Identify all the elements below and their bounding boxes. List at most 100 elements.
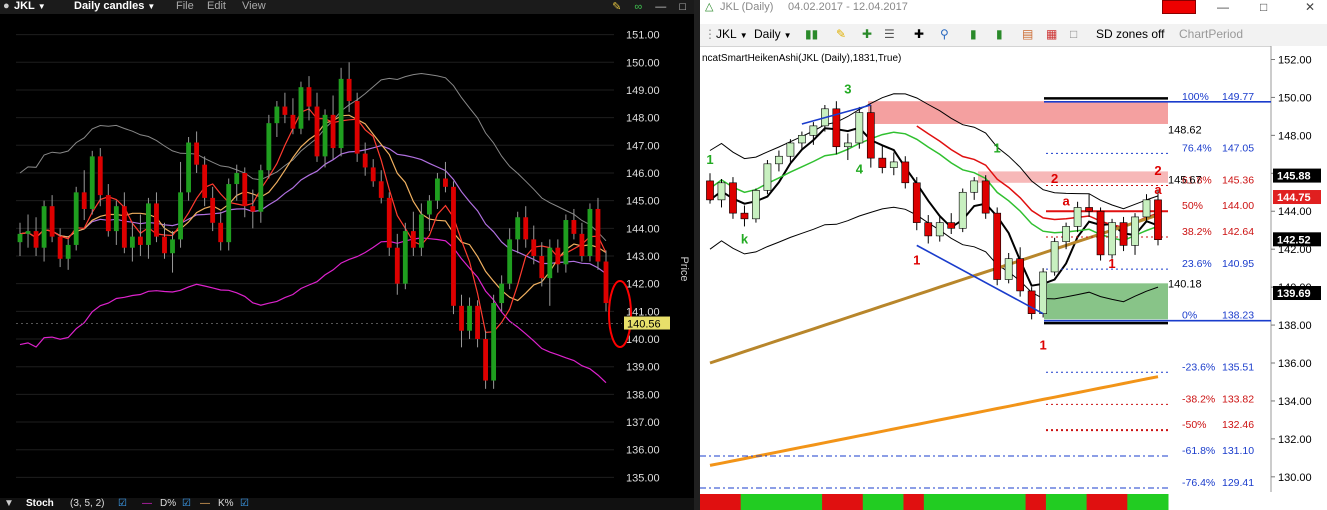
trend-strip-cell xyxy=(1045,494,1067,510)
left-chart-toolbar: ● JKL ▼ Daily candles ▼ File Edit View ✎ ∞… xyxy=(0,0,694,14)
candle-body xyxy=(1016,258,1025,292)
trend-strip-cell xyxy=(923,494,945,510)
fib-pct-label: -50% xyxy=(1182,419,1207,431)
window-controls: ✎ ∞ — □ xyxy=(602,0,686,13)
candle-chart-icon[interactable]: ▮ xyxy=(970,27,977,41)
candle-body xyxy=(970,180,979,193)
supply-zone xyxy=(978,171,1168,183)
candle-body xyxy=(81,192,87,209)
candle-body xyxy=(426,200,432,215)
area-chart-icon[interactable]: ▦ xyxy=(1046,27,1057,41)
candle-body xyxy=(138,236,143,245)
indicator-collapse-icon[interactable]: ▼ xyxy=(4,498,14,509)
symbol-selector[interactable]: JKL ▼ xyxy=(716,27,748,41)
wave-label: 1 xyxy=(913,252,920,267)
draw-tool-icon[interactable]: ✎ xyxy=(612,1,621,13)
close-icon[interactable]: ✕ xyxy=(1305,0,1315,14)
candle-body xyxy=(1142,199,1151,218)
candle-body xyxy=(475,305,480,340)
candle-body xyxy=(362,153,368,168)
d-checkbox-icon[interactable]: ☑ xyxy=(182,498,191,509)
candle-body xyxy=(121,206,127,248)
candle-body xyxy=(459,305,464,331)
link-icon[interactable]: ∞ xyxy=(634,1,642,13)
fib-value-label: 138.23 xyxy=(1222,310,1254,322)
price-tick-label: 148.00 xyxy=(626,113,660,125)
line-chart-icon[interactable]: ▤ xyxy=(1022,27,1033,41)
candle-body xyxy=(234,172,240,185)
wave-label: 1 xyxy=(1040,338,1047,353)
candle-body xyxy=(170,239,175,254)
candle-body xyxy=(410,231,416,248)
right-title-bar: △ JKL (Daily) 04.02.2017 - 12.04.2017 — … xyxy=(700,0,1327,16)
k-label: K% xyxy=(218,498,234,509)
indicator-params: (3, 5, 2) xyxy=(70,498,105,509)
zoom-icon[interactable]: ⚲ xyxy=(940,27,949,41)
price-tick-label: 138.00 xyxy=(626,389,660,401)
menu-file[interactable]: File xyxy=(176,0,194,12)
trend-strip-cell xyxy=(842,494,864,510)
trend-strip-cell xyxy=(883,494,904,510)
candle-body xyxy=(523,217,529,240)
k-checkbox-icon[interactable]: ☑ xyxy=(240,498,249,509)
candle-body xyxy=(587,208,593,256)
trend-strip-cell xyxy=(822,494,843,510)
candle-body xyxy=(1050,241,1059,273)
candle-body xyxy=(1108,222,1116,256)
candle-body xyxy=(338,78,344,149)
sd-zones-button[interactable]: SD zones off xyxy=(1096,27,1164,41)
settings-checkbox-icon[interactable]: ☑ xyxy=(118,498,127,509)
candle-body xyxy=(25,231,31,234)
d-line-icon: — xyxy=(142,498,152,509)
trend-strip-cell xyxy=(761,494,782,510)
candle-body xyxy=(855,112,864,144)
period-selector[interactable]: Daily ▼ xyxy=(754,27,792,41)
menu-view[interactable]: View xyxy=(242,0,266,12)
fib-pct-label: -38.2% xyxy=(1182,393,1215,405)
candle-body xyxy=(843,142,852,148)
menu-edit[interactable]: Edit xyxy=(207,0,226,12)
symbol-label: JKL xyxy=(14,0,35,12)
add-indicator-icon[interactable]: ✚ xyxy=(862,27,872,41)
candle-body xyxy=(33,231,39,248)
fib-value-label: 140.95 xyxy=(1222,258,1254,270)
trend-strip-cell xyxy=(1127,494,1149,510)
candle-body xyxy=(17,233,23,243)
maximize-icon[interactable]: □ xyxy=(679,1,686,13)
draw-tool-icon[interactable]: ✎ xyxy=(836,27,846,41)
zone-bottom-label: 140.18 xyxy=(1168,279,1202,291)
properties-icon[interactable]: ☰ xyxy=(884,27,895,41)
candle-body xyxy=(370,167,376,182)
symbol-link-icon[interactable]: ● xyxy=(3,0,10,12)
chart-period-button[interactable]: ChartPeriod xyxy=(1179,27,1243,41)
candle-body xyxy=(154,203,159,237)
wave-label: 3 xyxy=(844,82,851,97)
candle-body xyxy=(282,106,288,115)
zone-mid-label: 145.67 xyxy=(1168,175,1202,187)
trend-line xyxy=(916,244,1044,315)
candle-body xyxy=(346,78,352,102)
price-tick-label: 143.00 xyxy=(626,251,660,263)
bar-chart-icon[interactable]: ▮ xyxy=(996,27,1003,41)
template-icon[interactable]: □ xyxy=(1070,27,1077,41)
bar-style-icon[interactable]: ▮▮ xyxy=(805,27,818,41)
symbol-selector[interactable]: JKL ▼ xyxy=(14,0,46,12)
candle-body xyxy=(89,156,95,209)
candle-body xyxy=(1004,258,1013,280)
period-selector[interactable]: Daily candles ▼ xyxy=(74,0,155,12)
crosshair-icon[interactable]: ✚ xyxy=(914,27,924,41)
fib-pct-label: 0% xyxy=(1182,310,1197,322)
candle-body xyxy=(443,178,448,187)
minimize-icon[interactable]: — xyxy=(1217,0,1229,14)
minimize-icon[interactable]: — xyxy=(655,1,666,13)
candle-body xyxy=(889,161,898,168)
right-chart-panel: △ JKL (Daily) 04.02.2017 - 12.04.2017 — … xyxy=(700,0,1327,510)
maximize-icon[interactable]: □ xyxy=(1260,0,1267,14)
alert-icon[interactable] xyxy=(1162,0,1196,14)
price-tick-label: 148.00 xyxy=(1278,130,1312,142)
price-tick-label: 144.00 xyxy=(1278,206,1312,218)
chevron-down-icon: ▼ xyxy=(783,31,792,40)
price-tag-label: 139.69 xyxy=(1277,288,1311,300)
candle-body xyxy=(146,203,151,245)
candle-body xyxy=(878,157,887,168)
